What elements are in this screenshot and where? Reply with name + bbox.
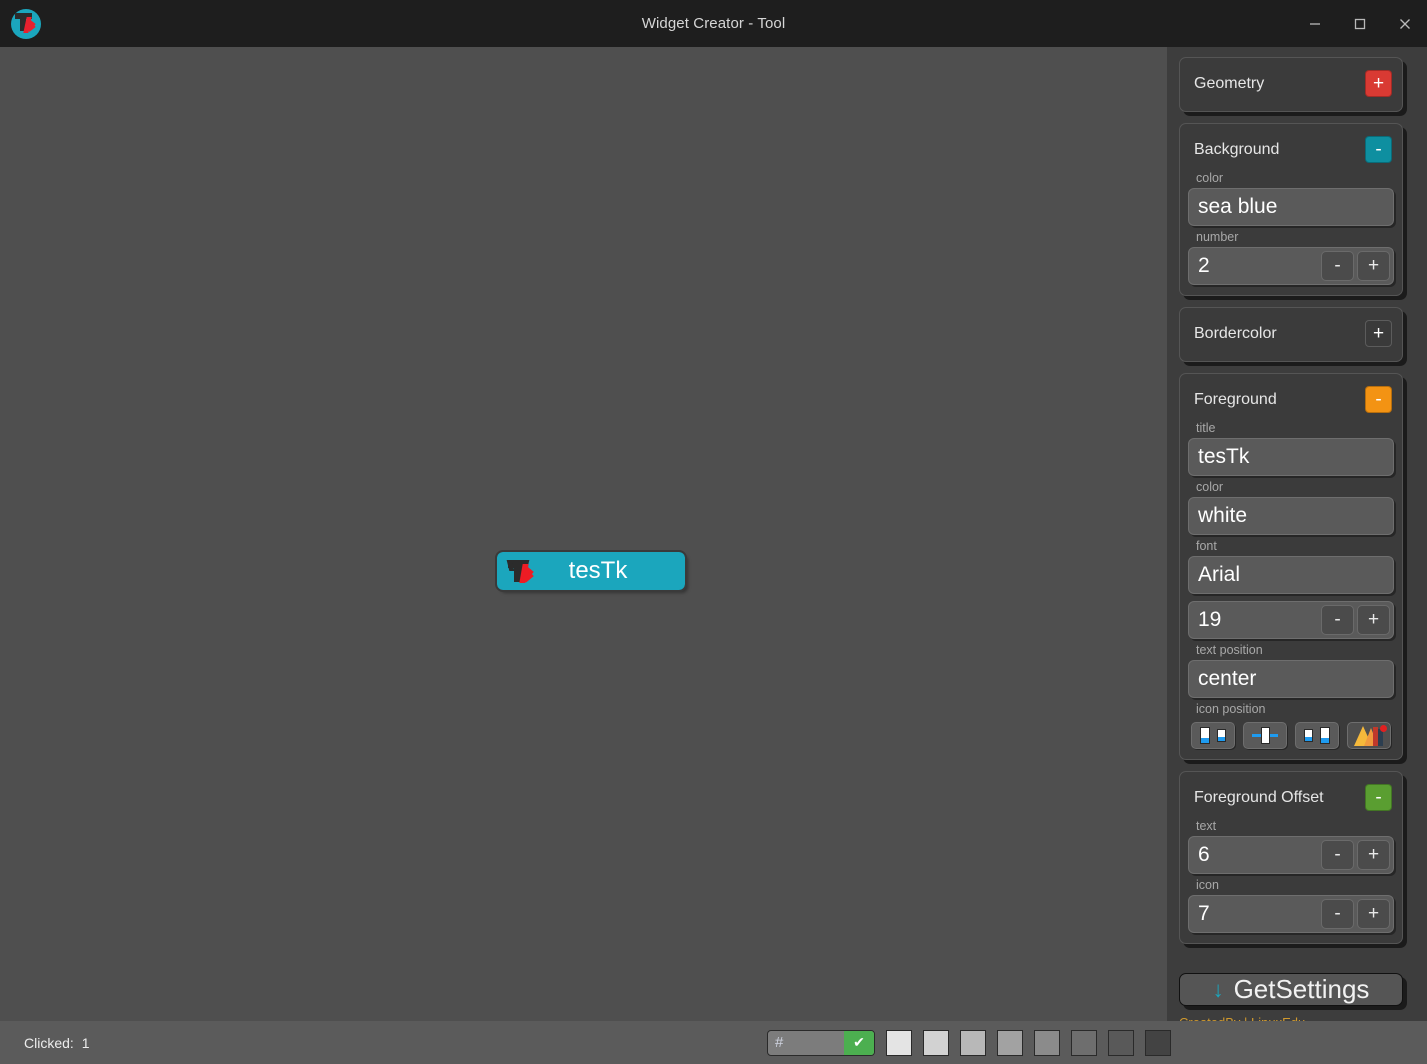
color-swatch[interactable]	[923, 1029, 949, 1056]
foreground-text-position-input[interactable]: center	[1188, 660, 1394, 698]
color-swatch[interactable]	[886, 1029, 912, 1056]
hash-color-input[interactable]: # ✔	[767, 1029, 875, 1056]
section-foreground-offset-toggle[interactable]: -	[1365, 784, 1392, 811]
offset-icon-stepper[interactable]: 7 - +	[1188, 895, 1394, 933]
input-value: 6	[1198, 843, 1210, 866]
field-label-color: color	[1196, 480, 1224, 494]
icon-position-right-button[interactable]	[1295, 722, 1339, 749]
get-settings-label: GetSettings	[1233, 974, 1370, 1004]
notification-dot-icon	[1380, 725, 1387, 732]
window-controls	[1292, 0, 1427, 47]
background-color-input[interactable]: sea blue	[1188, 188, 1394, 226]
section-foreground-toggle[interactable]: -	[1365, 386, 1392, 413]
foreground-fontsize-stepper[interactable]: 19 - +	[1188, 601, 1394, 639]
align-right-icon	[1304, 727, 1330, 744]
field-label-text: text	[1196, 819, 1217, 833]
clicked-label: Clicked:	[24, 1034, 74, 1051]
section-foreground-offset: Foreground Offset - text 6 - + icon 7 - …	[1179, 771, 1403, 944]
section-background: Background - color sea blue number 2 - +	[1179, 123, 1403, 296]
color-swatch[interactable]	[1071, 1029, 1097, 1056]
preview-widget-button[interactable]: tesTk	[495, 550, 687, 592]
input-value: sea blue	[1198, 195, 1278, 218]
field-label-icon-position: icon position	[1196, 702, 1266, 716]
section-title: Background	[1194, 140, 1280, 158]
foreground-font-input[interactable]: Arial	[1188, 556, 1394, 594]
section-background-toggle[interactable]: -	[1365, 136, 1392, 163]
hash-input-value: #	[775, 1034, 784, 1051]
field-label-title: title	[1196, 421, 1216, 435]
input-value: tesTk	[1198, 445, 1250, 468]
get-settings-button[interactable]: ↓ GetSettings	[1179, 973, 1403, 1006]
decrement-button[interactable]: -	[1321, 605, 1354, 635]
field-label-text-position: text position	[1196, 643, 1263, 657]
input-value: center	[1198, 667, 1257, 690]
color-swatch[interactable]	[960, 1029, 986, 1056]
clicked-count: 1	[81, 1034, 90, 1051]
increment-button[interactable]: +	[1357, 251, 1390, 281]
input-value: white	[1198, 504, 1248, 527]
align-left-icon	[1200, 727, 1226, 744]
preview-canvas[interactable]: tesTk	[0, 47, 1167, 1021]
app-window: Widget Creator - Tool tesTk Geometry + B…	[0, 0, 1427, 1064]
input-value: 2	[1198, 254, 1210, 277]
icon-position-button-group	[1188, 719, 1394, 749]
color-swatch[interactable]	[1034, 1029, 1060, 1056]
tk-logo-icon	[11, 8, 41, 39]
input-value: 19	[1198, 608, 1222, 631]
minimize-icon[interactable]	[1292, 0, 1337, 47]
section-bordercolor-header[interactable]: Bordercolor +	[1188, 316, 1394, 351]
status-bar: Clicked: 1 # ✔	[0, 1021, 1427, 1064]
section-bordercolor-toggle[interactable]: +	[1365, 320, 1392, 347]
input-value: Arial	[1198, 563, 1241, 586]
decrement-button[interactable]: -	[1321, 251, 1354, 281]
tk-logo-icon	[506, 558, 535, 584]
section-title: Bordercolor	[1194, 324, 1277, 342]
field-label-number: number	[1196, 230, 1239, 244]
foreground-color-input[interactable]: white	[1188, 497, 1394, 535]
increment-button[interactable]: +	[1357, 899, 1390, 929]
download-icon: ↓	[1212, 976, 1224, 1002]
close-icon[interactable]	[1382, 0, 1427, 47]
decrement-button[interactable]: -	[1321, 840, 1354, 870]
icon-position-left-button[interactable]	[1191, 722, 1235, 749]
field-label-font: font	[1196, 539, 1217, 553]
input-value: 7	[1198, 902, 1210, 925]
icon-position-center-button[interactable]	[1243, 722, 1287, 749]
offset-text-stepper[interactable]: 6 - +	[1188, 836, 1394, 874]
section-geometry-header[interactable]: Geometry +	[1188, 66, 1394, 101]
decrement-button[interactable]: -	[1321, 899, 1354, 929]
increment-button[interactable]: +	[1357, 605, 1390, 635]
section-title: Geometry	[1194, 74, 1265, 92]
section-geometry: Geometry +	[1179, 57, 1403, 112]
section-title: Foreground Offset	[1194, 788, 1324, 806]
maximize-icon[interactable]	[1337, 0, 1382, 47]
field-label-color: color	[1196, 171, 1224, 185]
check-icon[interactable]: ✔	[844, 1030, 874, 1055]
section-geometry-toggle[interactable]: +	[1365, 70, 1392, 97]
color-swatch[interactable]	[1108, 1029, 1134, 1056]
background-number-stepper[interactable]: 2 - +	[1188, 247, 1394, 285]
status-bar-tools: # ✔	[767, 1029, 1427, 1056]
color-swatch[interactable]	[997, 1029, 1023, 1056]
field-label-icon: icon	[1196, 878, 1219, 892]
settings-sidebar: Geometry + Background - color sea blue n…	[1167, 47, 1427, 1021]
section-foreground-offset-header[interactable]: Foreground Offset -	[1188, 780, 1394, 815]
increment-button[interactable]: +	[1357, 840, 1390, 870]
credit-text: CreatedBy | LinuxEdu	[1167, 1012, 1427, 1021]
main-body: tesTk Geometry + Background - color sea …	[0, 47, 1427, 1021]
icon-image-picker-button[interactable]	[1347, 722, 1391, 749]
section-foreground-header[interactable]: Foreground -	[1188, 382, 1394, 417]
section-bordercolor: Bordercolor +	[1179, 307, 1403, 362]
foreground-title-input[interactable]: tesTk	[1188, 438, 1394, 476]
color-swatch[interactable]	[1145, 1029, 1171, 1056]
align-center-icon	[1252, 727, 1278, 744]
title-bar: Widget Creator - Tool	[0, 0, 1427, 47]
window-title: Widget Creator - Tool	[641, 15, 786, 32]
section-background-header[interactable]: Background -	[1188, 132, 1394, 167]
section-foreground: Foreground - title tesTk color white fon…	[1179, 373, 1403, 760]
section-title: Foreground	[1194, 390, 1277, 408]
